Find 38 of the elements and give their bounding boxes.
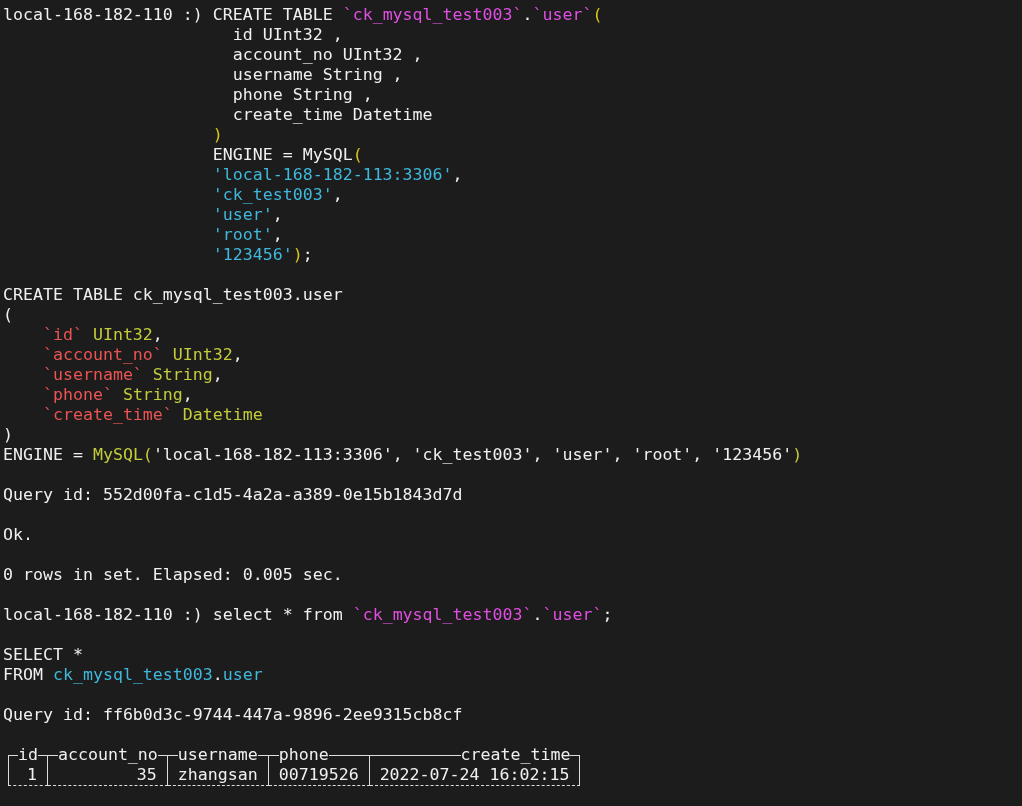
table-cell: zhangsan [167,765,269,786]
table-cell: 00719526 [268,765,370,786]
terminal-line: CREATE TABLE ck_mysql_test003.user [3,285,343,305]
column-header: create_time [369,745,581,765]
terminal-line: `username` String, [42,365,223,385]
table-cell: 2022-07-24 16:02:15 [369,765,581,786]
column-header: account_no [47,745,168,765]
terminal-line: phone String , [232,85,373,105]
terminal-line: ENGINE = MySQL( [212,145,363,165]
table-cell: 35 [47,765,168,786]
table-cell: 1 [8,765,48,786]
terminal-line: ) [3,425,13,445]
terminal-line: id UInt32 , [232,25,343,45]
terminal-line: `account_no` UInt32, [42,345,243,365]
terminal-line: account_no UInt32 , [232,45,423,65]
column-header: phone [268,745,370,765]
terminal-line: local-168-182-110 :) select * from `ck_mysql_test003`.`user`; [3,605,613,625]
terminal-line: Ok. [3,525,33,545]
terminal-line: '123456'); [212,245,313,265]
terminal-line: 'local-168-182-113:3306', [212,165,463,185]
terminal-line: local-168-182-110 :) CREATE TABLE `ck_mysql_test003`.`user`( [3,5,603,25]
terminal-line: `phone` String, [42,385,193,405]
terminal-line: 'root', [212,225,283,245]
column-header: id [8,745,48,765]
terminal-line: SELECT * [3,645,83,665]
terminal-line: `create_time` Datetime [42,405,263,425]
terminal-line: ) [212,125,223,145]
terminal-line: FROM ck_mysql_test003.user [3,665,263,685]
terminal-line: ENGINE = MySQL('local-168-182-113:3306', 'ck_test003', 'user', 'root', '123456') [3,445,803,465]
terminal-line: Query id: ff6b0d3c-9744-447a-9896-2ee9315cb8cf [3,705,463,725]
terminal-line: `id` UInt32, [42,325,163,345]
terminal-line: username String , [232,65,403,85]
terminal-line: 'ck_test003', [212,185,343,205]
terminal-line: 0 rows in set. Elapsed: 0.005 sec. [3,565,343,585]
terminal-line: create_time Datetime [232,105,433,125]
terminal-line: 'user', [212,205,283,225]
terminal-line: ( [3,305,13,325]
terminal-line: Query id: 552d00fa-c1d5-4a2a-a389-0e15b1843d7d [3,485,463,505]
